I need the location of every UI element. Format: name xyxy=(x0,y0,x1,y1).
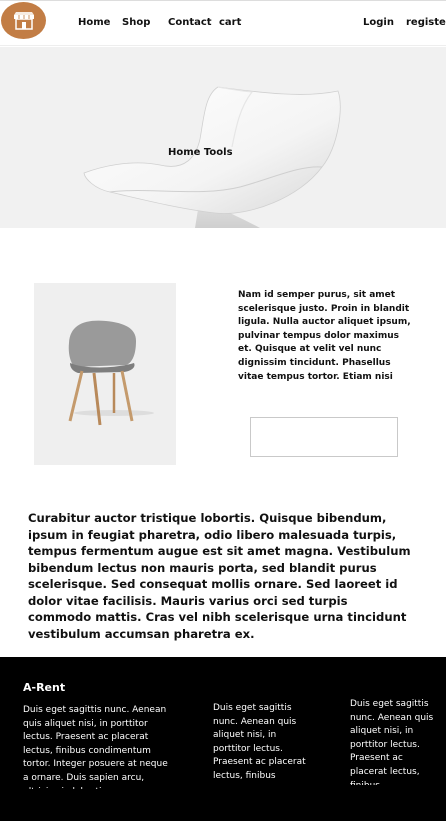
nav-login-link[interactable]: Login xyxy=(363,17,394,28)
footer-column-1: Duis eget sagittis nunc. Aenean quis ali… xyxy=(23,705,168,789)
hero-banner: Home Tools xyxy=(0,47,446,228)
logo[interactable] xyxy=(1,2,46,39)
product-image xyxy=(34,283,176,465)
footer-column-2: Duis eget sagittis nunc. Aenean quis ali… xyxy=(213,703,306,781)
chair-image xyxy=(68,320,154,426)
nav-cart-link[interactable]: cart xyxy=(219,17,241,28)
nav-home-link[interactable]: Home xyxy=(78,17,110,28)
hero-chair-image xyxy=(83,86,341,228)
footer: A-Rent Duis eget sagittis nunc. Aenean q… xyxy=(0,657,446,821)
navbar: Home Shop Contact cart Login register xyxy=(0,0,446,46)
hero-title: Home Tools xyxy=(168,147,233,158)
body-paragraph: Curabitur auctor tristique lobortis. Qui… xyxy=(28,511,411,641)
storefront-icon xyxy=(13,11,34,30)
footer-column-3: Duis eget sagittis nunc. Aenean quis ali… xyxy=(350,699,434,785)
nav-register-link[interactable]: register xyxy=(406,17,446,28)
product-description: Nam id semper purus, sit amet scelerisqu… xyxy=(238,290,411,382)
product-action-box[interactable] xyxy=(250,417,398,457)
nav-shop-link[interactable]: Shop xyxy=(122,17,150,28)
footer-brand: A-Rent xyxy=(23,681,66,694)
nav-contact-link[interactable]: Contact xyxy=(168,17,212,28)
